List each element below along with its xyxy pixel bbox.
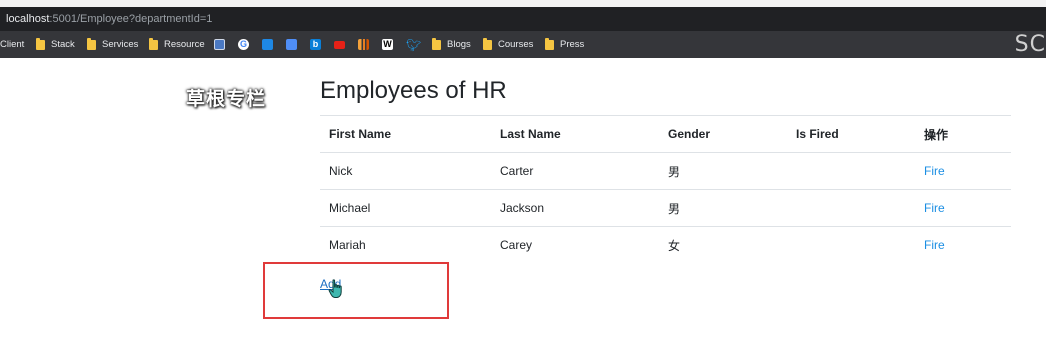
bookmark-youtube[interactable] — [334, 31, 345, 58]
address-bar[interactable]: localhost:5001/Employee?departmentId=1 — [0, 7, 1046, 31]
table-row: Mariah Carey 女 Fire — [320, 226, 1011, 263]
bookmark-stack[interactable]: Stack — [36, 31, 75, 58]
hand-cursor-icon — [328, 279, 342, 298]
bookmark-label: Services — [102, 39, 139, 50]
header-gender: Gender — [659, 115, 787, 153]
header-actions: 操作 — [915, 115, 1011, 153]
corner-text: SC — [1014, 32, 1046, 57]
cell-gender: 男 — [659, 189, 787, 227]
header-is-fired: Is Fired — [787, 115, 915, 153]
bookmark-bing[interactable]: b — [310, 31, 321, 58]
watermark-logo: 草根专栏 — [186, 88, 267, 110]
highlight-annotation-box — [263, 262, 449, 319]
bookmark-press[interactable]: Press — [545, 31, 584, 58]
blue-site-icon — [262, 39, 273, 50]
wikipedia-icon: W — [382, 39, 393, 50]
cell-gender: 男 — [659, 152, 787, 190]
bookmark-courses[interactable]: Courses — [483, 31, 533, 58]
fire-link[interactable]: Fire — [924, 164, 945, 178]
url-host: localhost — [6, 13, 50, 25]
bookmark-translate[interactable] — [286, 31, 297, 58]
cell-is-fired — [787, 152, 915, 190]
bookmark-label: Blogs — [447, 39, 471, 50]
bookmarks-bar: Client Stack Services Resource G b W 🐦︎ … — [0, 31, 1046, 58]
window-top-strip — [0, 0, 1046, 7]
cell-last-name: Carey — [491, 226, 659, 263]
youtube-icon — [334, 40, 345, 49]
bookmark-label: Resource — [164, 39, 205, 50]
cell-actions: Fire — [915, 226, 1011, 263]
folder-icon — [87, 37, 96, 50]
bookmark-wikipedia[interactable]: W — [382, 31, 393, 58]
header-last-name: Last Name — [491, 115, 659, 153]
bookmark-label: Courses — [498, 39, 534, 50]
url-text[interactable]: localhost:5001/Employee?departmentId=1 — [6, 7, 212, 31]
cell-first-name: Michael — [320, 189, 491, 227]
bookmark-label: Client — [0, 39, 25, 50]
employees-table: First Name Last Name Gender Is Fired 操作 … — [320, 115, 1011, 263]
table-row: Michael Jackson 男 Fire — [320, 189, 1011, 227]
cell-is-fired — [787, 189, 915, 227]
fire-link[interactable]: Fire — [924, 238, 945, 252]
bookmark-client[interactable]: Client — [0, 31, 24, 58]
cell-actions: Fire — [915, 189, 1011, 227]
table-row: Nick Carter 男 Fire — [320, 152, 1011, 190]
folder-icon — [432, 37, 441, 50]
url-path: :5001/Employee?departmentId=1 — [49, 13, 213, 25]
bookmark-label: Stack — [51, 39, 75, 50]
cell-first-name: Mariah — [320, 226, 491, 263]
bing-icon: b — [310, 39, 321, 50]
table-header-row: First Name Last Name Gender Is Fired 操作 — [320, 115, 1011, 153]
cell-last-name: Jackson — [491, 189, 659, 227]
google-icon: G — [238, 39, 249, 50]
grid-site-icon — [214, 39, 225, 50]
bookmark-google[interactable]: G — [238, 31, 249, 58]
twitter-icon: 🐦︎ — [406, 37, 422, 52]
bookmark-grid-site[interactable] — [214, 31, 225, 58]
bookmark-blue-site[interactable] — [262, 31, 273, 58]
cell-last-name: Carter — [491, 152, 659, 190]
bookmark-twitter[interactable]: 🐦︎ — [406, 31, 421, 58]
cell-first-name: Nick — [320, 152, 491, 190]
bookmark-resource[interactable]: Resource — [149, 31, 205, 58]
folder-icon — [483, 37, 492, 50]
chart-icon — [358, 39, 369, 50]
header-first-name: First Name — [320, 115, 491, 153]
folder-icon — [149, 37, 158, 50]
translate-icon — [286, 39, 297, 50]
cell-is-fired — [787, 226, 915, 263]
cell-gender: 女 — [659, 226, 787, 263]
bookmark-blogs[interactable]: Blogs — [432, 31, 471, 58]
bookmark-chart-site[interactable] — [358, 31, 369, 58]
fire-link[interactable]: Fire — [924, 201, 945, 215]
page-title: Employees of HR — [320, 77, 507, 104]
bookmark-services[interactable]: Services — [87, 31, 138, 58]
bookmark-label: Press — [560, 39, 585, 50]
folder-icon — [36, 37, 45, 50]
folder-icon — [545, 37, 554, 50]
cell-actions: Fire — [915, 152, 1011, 190]
